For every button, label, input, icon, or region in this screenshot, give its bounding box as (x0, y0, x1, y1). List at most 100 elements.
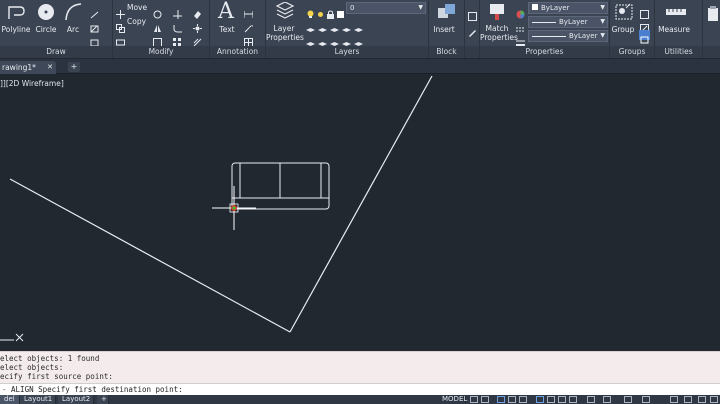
hatch-small-icon[interactable] (90, 18, 99, 33)
linetype-dropdown[interactable]: ByLayer ▼ (528, 16, 608, 28)
layer-tool-1-icon[interactable] (306, 19, 315, 32)
group-selection-toggle-icon[interactable] (639, 30, 650, 44)
draw-panel-title[interactable]: Draw (0, 46, 112, 58)
match-properties-label-2[interactable]: Properties (480, 33, 518, 42)
model-space-toggle[interactable]: MODEL (438, 395, 467, 404)
text-icon[interactable]: A (218, 1, 234, 23)
dimension-icon[interactable] (243, 4, 254, 18)
line-left[interactable] (9, 178, 291, 333)
modify-panel-title[interactable]: Modify (113, 46, 209, 58)
tab-drawing1[interactable]: rawing1* ✕ (0, 61, 56, 74)
copy-icon[interactable] (116, 18, 125, 33)
new-tab-button[interactable]: + (68, 62, 80, 72)
ortho-icon[interactable] (497, 396, 505, 403)
drawing-canvas[interactable] (0, 75, 720, 351)
rectangle-small-icon[interactable] (90, 32, 99, 47)
close-icon[interactable]: ✕ (47, 61, 53, 74)
array-icon[interactable] (173, 32, 182, 46)
snap-icon[interactable] (481, 396, 489, 403)
layer-color-swatch[interactable] (336, 4, 345, 18)
text-button[interactable]: Text (215, 25, 239, 34)
workspace-icon[interactable] (624, 396, 632, 403)
fillet-icon[interactable] (173, 18, 182, 33)
layer-tool-9-icon[interactable] (342, 33, 351, 46)
lineweight-toggle-icon[interactable] (558, 396, 566, 403)
polyline-icon[interactable] (6, 3, 26, 27)
tab-layout2[interactable]: Layout2 (58, 395, 94, 404)
circle-icon[interactable] (36, 2, 56, 26)
tab-model[interactable]: del (0, 395, 20, 404)
sofa-block[interactable] (231, 162, 330, 210)
match-properties-icon[interactable] (487, 2, 507, 26)
ungroup-icon[interactable] (640, 4, 649, 19)
mirror-icon[interactable] (153, 18, 162, 32)
layers-panel-title[interactable]: Layers (266, 46, 428, 58)
command-line[interactable]: - ALIGN Specify first destination point: (0, 383, 720, 395)
layer-tool-10-icon[interactable] (354, 33, 363, 46)
annotation-visibility-icon[interactable] (603, 396, 611, 403)
annotation-panel-title[interactable]: Annotation (210, 46, 265, 58)
units-icon[interactable] (642, 396, 650, 403)
move-button[interactable]: Move (127, 3, 147, 13)
layer-tool-2-icon[interactable] (318, 19, 327, 32)
erase-icon[interactable] (193, 4, 202, 19)
measure-icon[interactable] (665, 4, 687, 24)
lightbulb-icon[interactable] (306, 4, 315, 18)
isolate-objects-icon[interactable] (670, 396, 678, 403)
arc-button[interactable]: Arc (61, 25, 85, 34)
customization-icon[interactable] (710, 396, 718, 403)
layer-tool-6-icon[interactable] (306, 33, 315, 46)
rotate-icon[interactable] (153, 4, 162, 19)
color-dropdown[interactable]: ByLayer ▼ (528, 2, 608, 14)
copy-button[interactable]: Copy (127, 17, 146, 27)
stretch-icon[interactable] (116, 32, 125, 46)
command-prompt-text[interactable]: ALIGN Specify first destination point: (11, 385, 183, 394)
isodraft-icon[interactable] (519, 396, 527, 403)
lineweight-dropdown[interactable]: ByLayer ▼ (528, 30, 608, 42)
properties-panel-title[interactable]: Properties (480, 46, 609, 58)
add-layout-button[interactable]: + (97, 395, 109, 404)
insert-button[interactable]: Insert (429, 25, 459, 34)
hardware-acceleration-icon[interactable] (684, 396, 692, 403)
move-icon[interactable] (116, 4, 125, 19)
freeze-sun-icon[interactable] (316, 4, 325, 17)
layer-tool-7-icon[interactable] (318, 33, 327, 46)
paste-icon[interactable] (707, 6, 719, 26)
drawn-lines[interactable] (9, 75, 433, 333)
group-edit-icon[interactable] (640, 18, 649, 33)
layer-tool-5-icon[interactable] (354, 19, 363, 32)
tab-layout1[interactable]: Layout1 (20, 395, 56, 404)
grid-icon[interactable] (470, 396, 478, 403)
layer-dropdown[interactable]: 0 ▼ (346, 2, 426, 14)
group-icon[interactable] (614, 2, 634, 26)
offset-icon[interactable] (193, 32, 202, 47)
polar-icon[interactable] (508, 396, 516, 403)
polyline-button[interactable]: Polyline (0, 25, 32, 34)
table-icon[interactable] (244, 32, 253, 47)
annotation-scale-icon[interactable] (587, 396, 595, 403)
arc-icon[interactable] (63, 2, 83, 26)
drawing-viewport[interactable]: ]][2D Wireframe] (0, 75, 720, 351)
insert-icon[interactable] (436, 2, 458, 26)
block-panel-title[interactable]: Block (429, 46, 464, 58)
osnap-icon[interactable] (536, 396, 544, 403)
layer-properties-label-1[interactable]: Layer (266, 24, 302, 33)
utilities-panel-title[interactable]: Utilities (655, 46, 702, 58)
otrack-icon[interactable] (547, 396, 555, 403)
layer-properties-label-2[interactable]: Properties (266, 33, 304, 42)
transparency-icon[interactable] (569, 396, 577, 403)
measure-button[interactable]: Measure (655, 25, 693, 34)
layer-tool-3-icon[interactable] (330, 19, 339, 32)
clean-screen-icon[interactable] (698, 396, 706, 403)
create-block-icon[interactable] (468, 6, 477, 21)
layer-tool-8-icon[interactable] (330, 33, 339, 46)
edit-block-icon[interactable] (468, 22, 477, 37)
groups-panel-title[interactable]: Groups (610, 46, 654, 58)
circle-button[interactable]: Circle (33, 25, 59, 34)
explode-icon[interactable] (193, 18, 202, 33)
lock-icon[interactable] (326, 4, 335, 19)
trim-icon[interactable] (173, 4, 182, 19)
leader-icon[interactable] (244, 18, 253, 33)
scale-icon[interactable] (153, 32, 162, 47)
layer-properties-icon[interactable] (275, 1, 295, 26)
